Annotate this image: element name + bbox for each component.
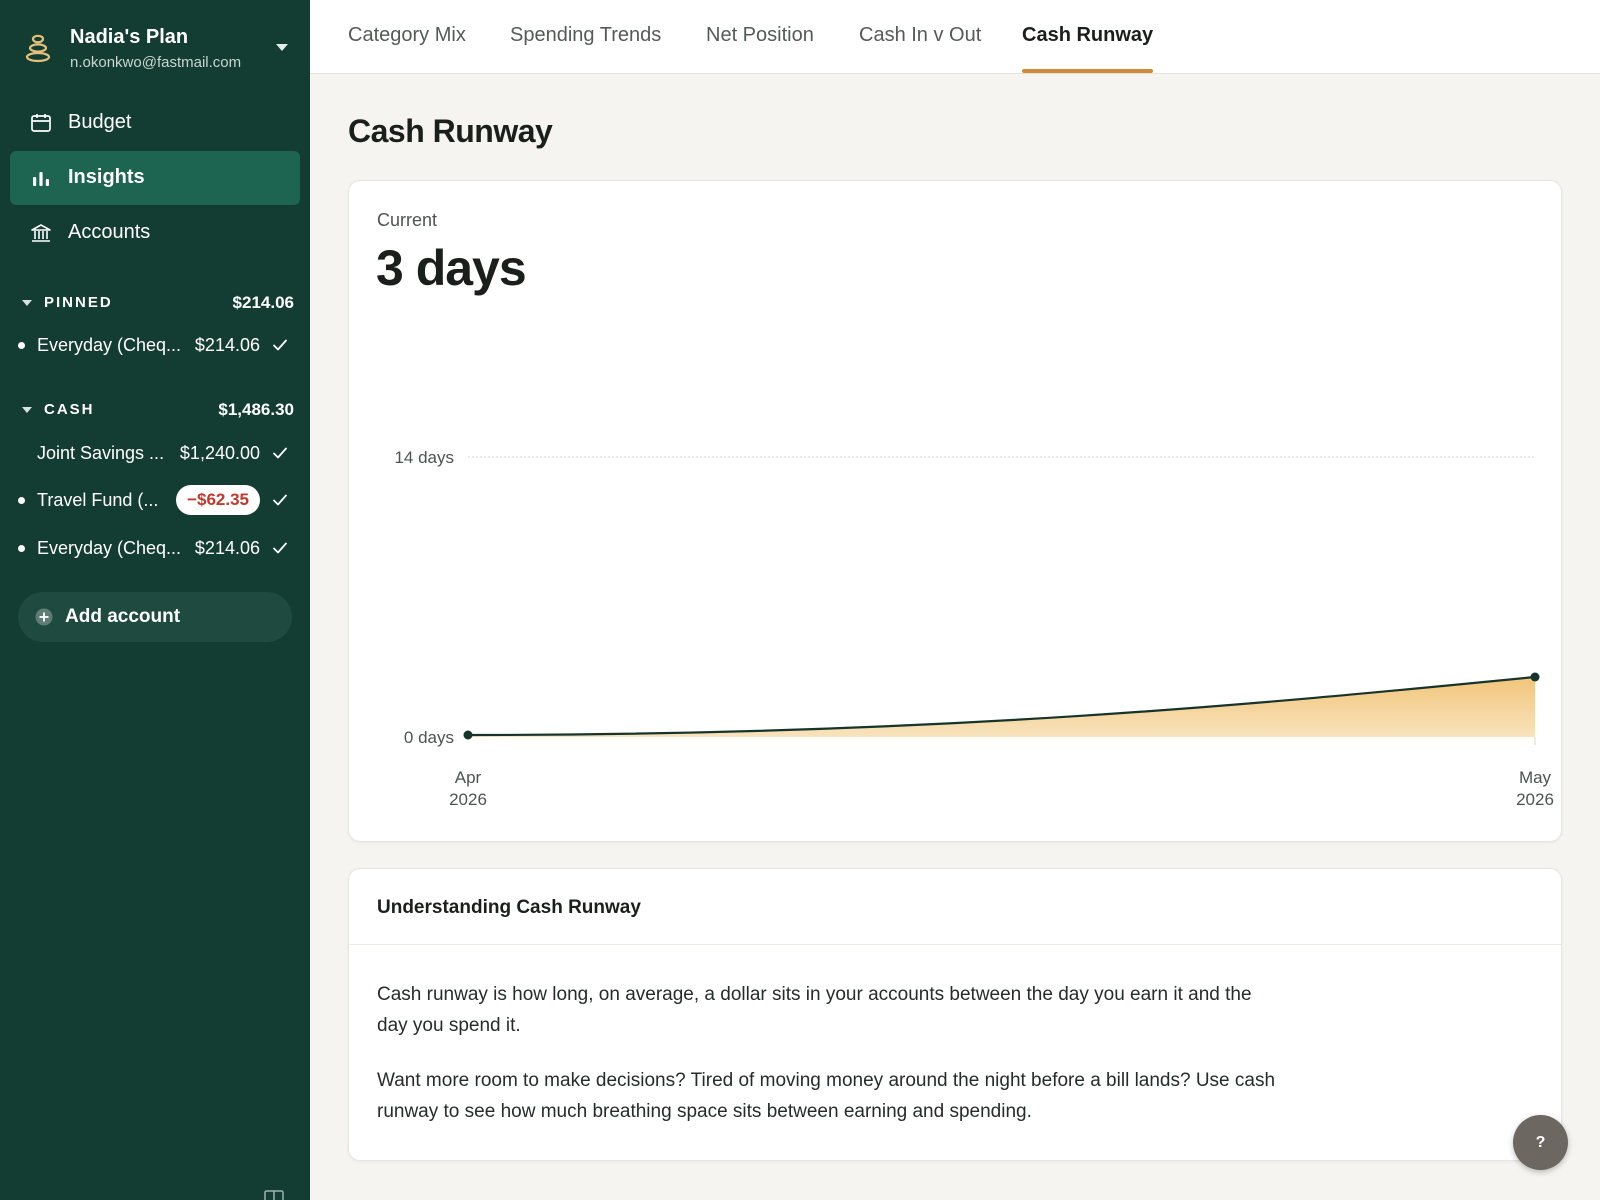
caret-down-icon xyxy=(22,407,32,413)
account-row[interactable]: Travel Fund (... −$62.35 xyxy=(14,483,294,517)
status-dot xyxy=(18,497,25,504)
understanding-card-header: Understanding Cash Runway xyxy=(349,869,1561,945)
account-balance: $214.06 xyxy=(194,335,260,355)
nav-item-budget[interactable]: Budget xyxy=(10,96,300,150)
active-tab-indicator xyxy=(1022,69,1153,73)
group-cash-header[interactable]: CASH $1,486.30 xyxy=(18,398,294,422)
check-icon xyxy=(273,542,287,554)
plan-email: n.okonkwo@fastmail.com xyxy=(70,54,242,71)
cash-runway-chart: 14 days 0 days Apr 2026 May 2026 xyxy=(394,448,1554,809)
tab-net-position[interactable]: Net Position xyxy=(706,24,814,47)
understanding-title: Understanding Cash Runway xyxy=(377,897,641,918)
add-account-label: Add account xyxy=(65,606,181,627)
runway-area xyxy=(468,677,1535,737)
status-dot xyxy=(18,545,25,552)
account-row[interactable]: Joint Savings ... $1,240.00 xyxy=(14,436,294,470)
insights-tabbar: Category Mix Spending Trends Net Positio… xyxy=(310,0,1600,74)
x-tick-label: Apr xyxy=(455,768,482,787)
x-tick-label: 2026 xyxy=(1516,790,1554,809)
account-balance: $1,240.00 xyxy=(179,443,260,463)
tab-category-mix[interactable]: Category Mix xyxy=(348,24,466,47)
sidebar-collapse-icon[interactable] xyxy=(264,1190,284,1200)
understanding-card: Understanding Cash Runway Cash runway is… xyxy=(348,868,1562,1161)
understanding-paragraph: Want more room to make decisions? Tired … xyxy=(377,1070,1276,1122)
account-row[interactable]: Everyday (Cheq... $214.06 xyxy=(14,531,294,565)
help-button[interactable]: ? xyxy=(1513,1115,1568,1170)
tab-cash-runway[interactable]: Cash Runway xyxy=(1022,24,1153,47)
plus-circle-icon xyxy=(35,608,53,626)
account-name: Joint Savings ... xyxy=(37,443,165,463)
y-tick-label: 14 days xyxy=(394,448,454,467)
check-icon xyxy=(273,494,287,506)
group-total: $1,486.30 xyxy=(218,400,294,419)
account-name: Everyday (Cheq... xyxy=(37,538,182,558)
nav-item-label: Budget xyxy=(68,111,132,133)
tab-spending-trends[interactable]: Spending Trends xyxy=(510,24,661,47)
group-name: PINNED xyxy=(44,294,113,311)
sidebar: Nadia's Plan n.okonkwo@fastmail.com Budg… xyxy=(0,0,310,1200)
status-dot xyxy=(18,342,25,349)
cash-runway-chart-card: Current 3 days 14 days 0 days Apr 2026 M… xyxy=(348,180,1562,842)
x-tick-label: 2026 xyxy=(449,790,487,809)
group-pinned-header[interactable]: PINNED $214.06 xyxy=(18,291,294,315)
account-row[interactable]: Everyday (Cheq... $214.06 xyxy=(14,328,294,362)
group-total: $214.06 xyxy=(232,293,294,312)
x-tick-label: May xyxy=(1519,768,1552,787)
understanding-paragraph: Cash runway is how long, on average, a d… xyxy=(377,984,1252,1036)
add-account-button[interactable]: Add account xyxy=(18,592,292,642)
nav-item-label: Accounts xyxy=(68,221,151,243)
data-point xyxy=(1530,672,1540,682)
check-icon xyxy=(273,339,287,351)
nav-item-accounts[interactable]: Accounts xyxy=(10,206,300,260)
account-name: Travel Fund (... xyxy=(37,490,159,510)
plan-switcher[interactable]: Nadia's Plan n.okonkwo@fastmail.com xyxy=(22,24,292,76)
plan-logo-icon xyxy=(25,34,51,63)
plan-name: Nadia's Plan xyxy=(70,26,189,48)
page-title: Cash Runway xyxy=(348,113,553,149)
check-icon xyxy=(273,447,287,459)
bank-icon xyxy=(31,224,51,242)
nav-item-label: Insights xyxy=(68,166,145,188)
tab-cash-in-v-out[interactable]: Cash In v Out xyxy=(859,24,981,47)
y-tick-label: 0 days xyxy=(404,728,454,747)
data-point xyxy=(463,730,473,740)
nav-item-insights[interactable]: Insights xyxy=(10,151,300,205)
chevron-down-icon xyxy=(276,44,288,51)
group-name: CASH xyxy=(44,401,95,418)
account-name: Everyday (Cheq... xyxy=(37,335,182,355)
calendar-icon xyxy=(31,114,51,132)
account-balance: $214.06 xyxy=(194,538,260,558)
bar-chart-icon xyxy=(33,172,49,186)
account-balance-negative: −$62.35 xyxy=(176,485,260,515)
caret-down-icon xyxy=(22,300,32,306)
